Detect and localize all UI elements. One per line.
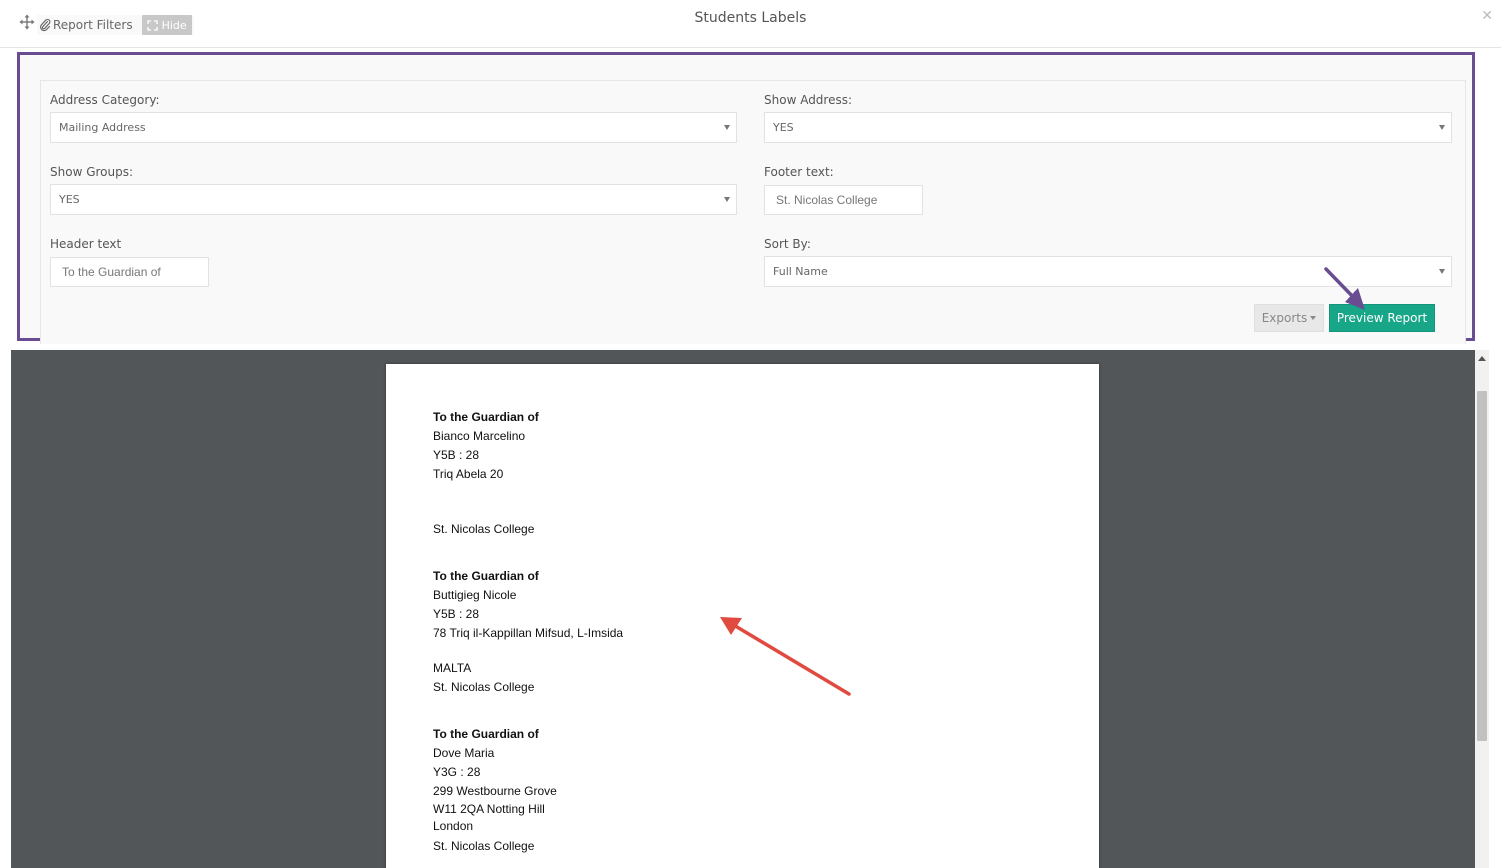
viewer-scrollbar[interactable] [1475,350,1489,868]
footer-text-label: Footer text: [764,165,834,179]
report-preview-viewer[interactable]: To the Guardian of Bianco Marcelino Y5B … [11,350,1475,868]
label-country: MALTA [433,661,472,675]
label-group: Y5B : 28 [433,607,480,621]
label-address-line: Triq Abela 20 [433,467,504,481]
footer-text-input[interactable] [764,185,923,215]
header-text-input[interactable] [50,257,209,287]
preview-report-label: Preview Report [1336,311,1428,325]
label-header: To the Guardian of [433,410,539,424]
filters-legend-text: Report Filters [53,18,133,32]
scroll-up-arrow-icon[interactable] [1478,356,1486,361]
scrollbar-thumb[interactable] [1477,391,1487,741]
show-address-value: YES [773,121,794,134]
show-address-label: Show Address: [764,93,853,107]
exports-dropdown-button[interactable]: Exports [1254,304,1324,332]
hide-filters-button[interactable]: Hide [141,15,192,35]
chevron-down-icon [1310,316,1317,320]
modal-titlebar: Students Labels ✕ [0,0,1501,48]
collapse-icon [146,19,158,31]
sort-by-label: Sort By: [764,237,811,251]
label-student-name: Bianco Marcelino [433,429,526,443]
chevron-down-icon [1439,269,1445,274]
label-student-name: Dove Maria [433,746,495,760]
show-groups-value: YES [59,193,80,206]
hide-filters-label: Hide [161,18,187,32]
chevron-down-icon [724,125,730,130]
label-header: To the Guardian of [433,569,539,583]
label-group: Y5B : 28 [433,448,480,462]
label-footer: St. Nicolas College [433,839,535,853]
report-page: To the Guardian of Bianco Marcelino Y5B … [386,364,1099,868]
label-group: Y3G : 28 [433,765,481,779]
address-category-label: Address Category: [50,93,160,107]
chevron-down-icon [724,197,730,202]
sort-by-value: Full Name [773,265,828,278]
modal-title: Students Labels [694,10,807,26]
label-header: To the Guardian of [433,727,539,741]
chevron-down-icon [1439,125,1445,130]
address-category-select[interactable]: Mailing Address [50,112,737,143]
filters-legend: Report Filters Hide [37,15,194,35]
show-groups-label: Show Groups: [50,165,134,179]
close-icon[interactable]: ✕ [1481,7,1493,25]
label-address-line: W11 2QA Notting Hill [433,802,545,816]
exports-label: Exports [1261,311,1308,325]
address-category-value: Mailing Address [59,121,146,134]
label-footer: St. Nicolas College [433,522,535,536]
show-groups-select[interactable]: YES [50,184,737,215]
header-text-label: Header text [50,237,122,251]
sort-by-select[interactable]: Full Name [764,256,1452,287]
label-address-line: 78 Triq il-Kappillan Mifsud, L-Imsida [433,626,624,640]
label-address-line: 299 Westbourne Grove [433,784,557,798]
preview-report-button[interactable]: Preview Report [1329,304,1435,332]
label-student-name: Buttigieg Nicole [433,588,517,602]
show-address-select[interactable]: YES [764,112,1452,143]
label-address-line: London [433,819,474,833]
paperclip-icon [40,18,51,32]
label-footer: St. Nicolas College [433,680,535,694]
students-labels-modal: Students Labels ✕ Report Filters Hide Ad… [0,0,1501,868]
